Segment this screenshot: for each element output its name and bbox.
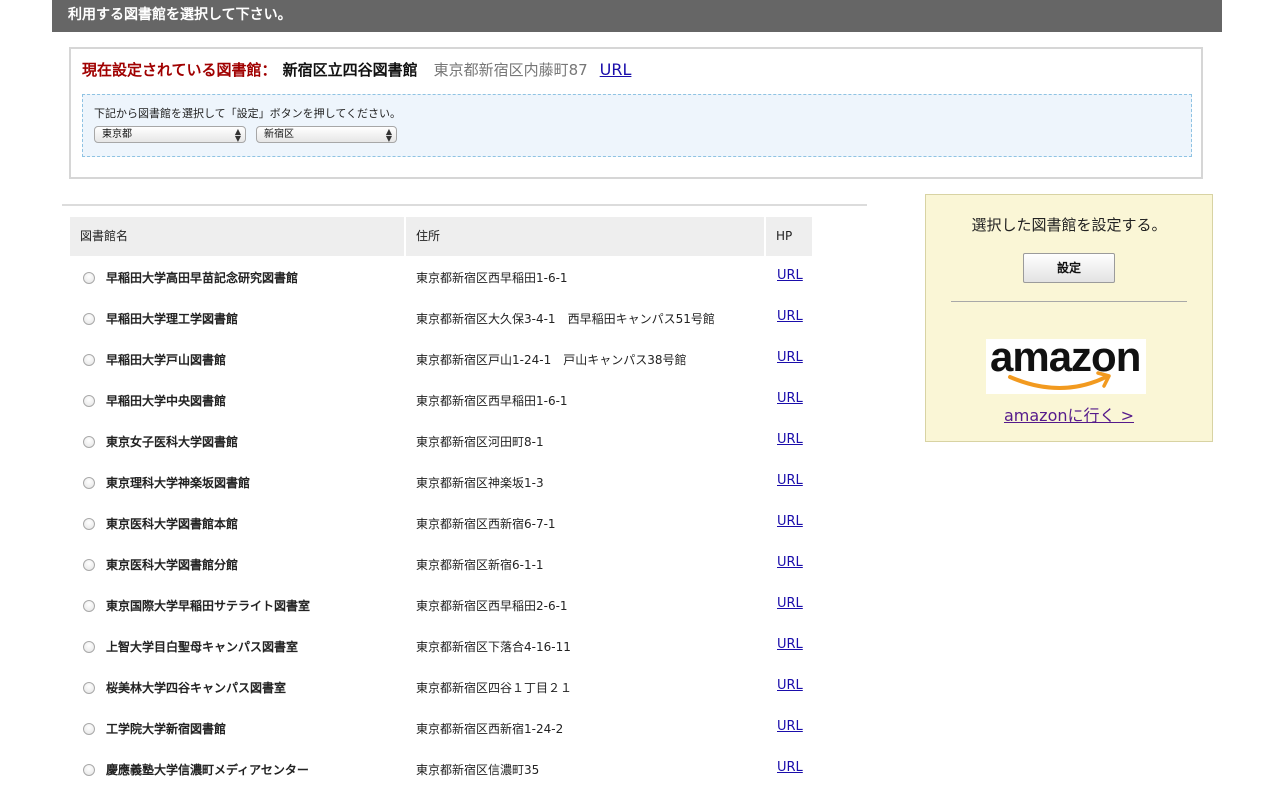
library-radio[interactable] (83, 313, 95, 325)
library-selector-panel: 下記から図書館を選択して「設定」ボタンを押してください。 東京都 ▲ ▼ 新宿区 … (82, 94, 1192, 157)
current-library-box: 現在設定されている図書館： 新宿区立四谷図書館 東京都新宿区内藤町87 URL 下記か… (69, 47, 1203, 179)
library-name: 東京医科大学図書館本館 (106, 517, 239, 531)
selector-instruction: 下記から図書館を選択して「設定」ボタンを押してください。 (94, 107, 402, 120)
library-address: 東京都新宿区西早稲田1-6-1 (416, 271, 568, 285)
library-url-link[interactable]: URL (777, 473, 803, 488)
library-row: 早稲田大学戸山図書館 東京都新宿区戸山1-24-1 戸山キャンパス38号館 URL (70, 340, 812, 381)
panel-divider (951, 301, 1187, 302)
library-row: 早稲田大学高田早苗記念研究図書館 東京都新宿区西早稲田1-6-1 URL (70, 258, 812, 299)
library-name: 慶應義塾大学信濃町メディアセンター (106, 763, 309, 777)
library-row: 慶應義塾大学信濃町メディアセンター 東京都新宿区信濃町35 URL (70, 750, 812, 791)
library-row: 東京女子医科大学図書館 東京都新宿区河田町8-1 URL (70, 422, 812, 463)
library-name: 桜美林大学四谷キャンパス図書室 (106, 681, 287, 695)
library-radio[interactable] (83, 477, 95, 489)
set-library-title: 選択した図書館を設定する。 (971, 216, 1167, 234)
library-row: 桜美林大学四谷キャンパス図書室 東京都新宿区四谷１丁目２１ URL (70, 668, 812, 709)
library-radio[interactable] (83, 518, 95, 530)
library-address: 東京都新宿区神楽坂1-3 (416, 476, 544, 490)
library-address: 東京都新宿区河田町8-1 (416, 435, 544, 449)
library-radio[interactable] (83, 436, 95, 448)
library-name: 東京理科大学神楽坂図書館 (106, 476, 251, 490)
library-url-link[interactable]: URL (777, 309, 803, 324)
library-name: 東京医科大学図書館分館 (106, 558, 239, 572)
library-row: 工学院大学新宿図書館 東京都新宿区西新宿1-24-2 URL (70, 709, 812, 750)
column-header-address: 住所 (406, 217, 764, 256)
set-button[interactable]: 設定 (1023, 253, 1115, 283)
library-url-link[interactable]: URL (777, 350, 803, 365)
library-row: 早稲田大学中央図書館 東京都新宿区西早稲田1-6-1 URL (70, 381, 812, 422)
library-address: 東京都新宿区大久保3-4-1 西早稲田キャンパス51号館 (416, 312, 715, 326)
prefecture-select-value: 東京都 (102, 129, 132, 140)
library-url-link[interactable]: URL (777, 432, 803, 447)
select-arrows-icon: ▲ ▼ (385, 127, 392, 143)
current-library-line: 現在設定されている図書館： 新宿区立四谷図書館 東京都新宿区内藤町87 URL (82, 59, 631, 80)
library-url-link[interactable]: URL (777, 760, 803, 775)
city-select[interactable]: 新宿区 ▲ ▼ (256, 126, 397, 143)
column-header-name: 図書館名 (70, 217, 404, 256)
library-address: 東京都新宿区新宿6-1-1 (416, 558, 544, 572)
set-library-panel: 選択した図書館を設定する。 設定 amazon amazonに行く > (925, 194, 1213, 442)
library-url-link[interactable]: URL (777, 391, 803, 406)
page-header: 利用する図書館を選択して下さい。 (52, 0, 1222, 32)
city-select-value: 新宿区 (264, 129, 294, 140)
library-url-link[interactable]: URL (777, 678, 803, 693)
current-library-label: 現在設定されている図書館： (82, 61, 277, 79)
prefecture-select[interactable]: 東京都 ▲ ▼ (94, 126, 246, 143)
library-address: 東京都新宿区信濃町35 (416, 763, 540, 777)
current-library-url-link[interactable]: URL (600, 60, 632, 79)
library-row: 東京医科大学図書館本館 東京都新宿区西新宿6-7-1 URL (70, 504, 812, 545)
library-row: 東京医科大学図書館分館 東京都新宿区新宿6-1-1 URL (70, 545, 812, 586)
library-address: 東京都新宿区西新宿6-7-1 (416, 517, 556, 531)
library-address: 東京都新宿区下落合4-16-11 (416, 640, 571, 654)
library-address: 東京都新宿区四谷１丁目２１ (416, 681, 573, 695)
library-radio[interactable] (83, 354, 95, 366)
library-url-link[interactable]: URL (777, 637, 803, 652)
library-radio[interactable] (83, 600, 95, 612)
library-name: 早稲田大学中央図書館 (106, 394, 227, 408)
library-url-link[interactable]: URL (777, 268, 803, 283)
library-row: 東京国際大学早稲田サテライト図書室 東京都新宿区西早稲田2-6-1 URL (70, 586, 812, 627)
library-radio[interactable] (83, 723, 95, 735)
library-url-link[interactable]: URL (777, 719, 803, 734)
library-address: 東京都新宿区西早稲田1-6-1 (416, 394, 568, 408)
library-name: 早稲田大学理工学図書館 (106, 312, 239, 326)
column-header-hp: HP (766, 217, 812, 256)
library-row: 上智大学目白聖母キャンパス図書室 東京都新宿区下落合4-16-11 URL (70, 627, 812, 668)
library-address: 東京都新宿区西新宿1-24-2 (416, 722, 564, 736)
library-radio[interactable] (83, 272, 95, 284)
library-address: 東京都新宿区西早稲田2-6-1 (416, 599, 568, 613)
library-name: 東京女子医科大学図書館 (106, 435, 239, 449)
library-radio[interactable] (83, 682, 95, 694)
library-address: 東京都新宿区戸山1-24-1 戸山キャンパス38号館 (416, 353, 687, 367)
library-name: 東京国際大学早稲田サテライト図書室 (106, 599, 311, 613)
amazon-logo[interactable]: amazon (986, 333, 1146, 394)
library-url-link[interactable]: URL (777, 514, 803, 529)
library-name: 上智大学目白聖母キャンパス図書室 (106, 640, 299, 654)
library-url-link[interactable]: URL (777, 596, 803, 611)
amazon-smile-icon (1008, 371, 1111, 390)
select-arrows-icon: ▲ ▼ (234, 127, 241, 143)
library-row: 東京理科大学神楽坂図書館 東京都新宿区神楽坂1-3 URL (70, 463, 812, 504)
current-library-name: 新宿区立四谷図書館 (282, 61, 418, 79)
library-radio[interactable] (83, 764, 95, 776)
library-url-link[interactable]: URL (777, 555, 803, 570)
library-name: 早稲田大学戸山図書館 (106, 353, 227, 367)
library-row: 早稲田大学理工学図書館 東京都新宿区大久保3-4-1 西早稲田キャンパス51号館 U… (70, 299, 812, 340)
library-name: 早稲田大学高田早苗記念研究図書館 (106, 271, 299, 285)
section-divider (62, 204, 867, 206)
library-radio[interactable] (83, 641, 95, 653)
current-library-address: 東京都新宿区内藤町87 (433, 61, 588, 79)
library-name: 工学院大学新宿図書館 (106, 722, 227, 736)
library-radio[interactable] (83, 559, 95, 571)
amazon-link[interactable]: amazonに行く > (926, 402, 1212, 426)
library-radio[interactable] (83, 395, 95, 407)
